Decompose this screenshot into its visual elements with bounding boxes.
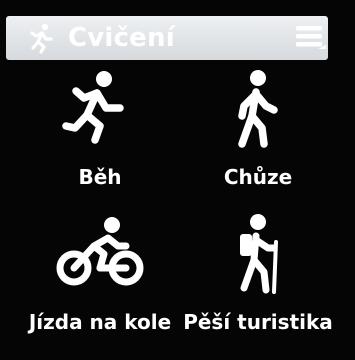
walking-icon	[238, 70, 278, 148]
running-person-icon	[30, 23, 53, 54]
menu-icon[interactable]	[294, 22, 332, 56]
header-bar: Cvičení	[6, 16, 328, 60]
activity-tile-cycling[interactable]: Jízda na kole	[20, 208, 180, 348]
page-title: Cvičení	[68, 23, 175, 53]
activity-tile-hiking[interactable]: Pěší turistika	[178, 208, 338, 348]
activity-label-hiking: Pěší turistika	[183, 310, 333, 334]
cycling-icon	[56, 217, 144, 286]
running-icon	[62, 71, 124, 144]
activity-tile-walk[interactable]: Chůze	[178, 64, 338, 204]
activity-label-run: Běh	[78, 165, 122, 189]
exercise-screen: Cvičení Běh Chůze Jízda na kole Pěší tur…	[0, 0, 355, 360]
activity-label-cycling: Jízda na kole	[28, 310, 172, 334]
activity-label-walk: Chůze	[223, 165, 293, 189]
activity-tile-run[interactable]: Běh	[20, 64, 180, 204]
hiking-icon	[240, 214, 278, 294]
